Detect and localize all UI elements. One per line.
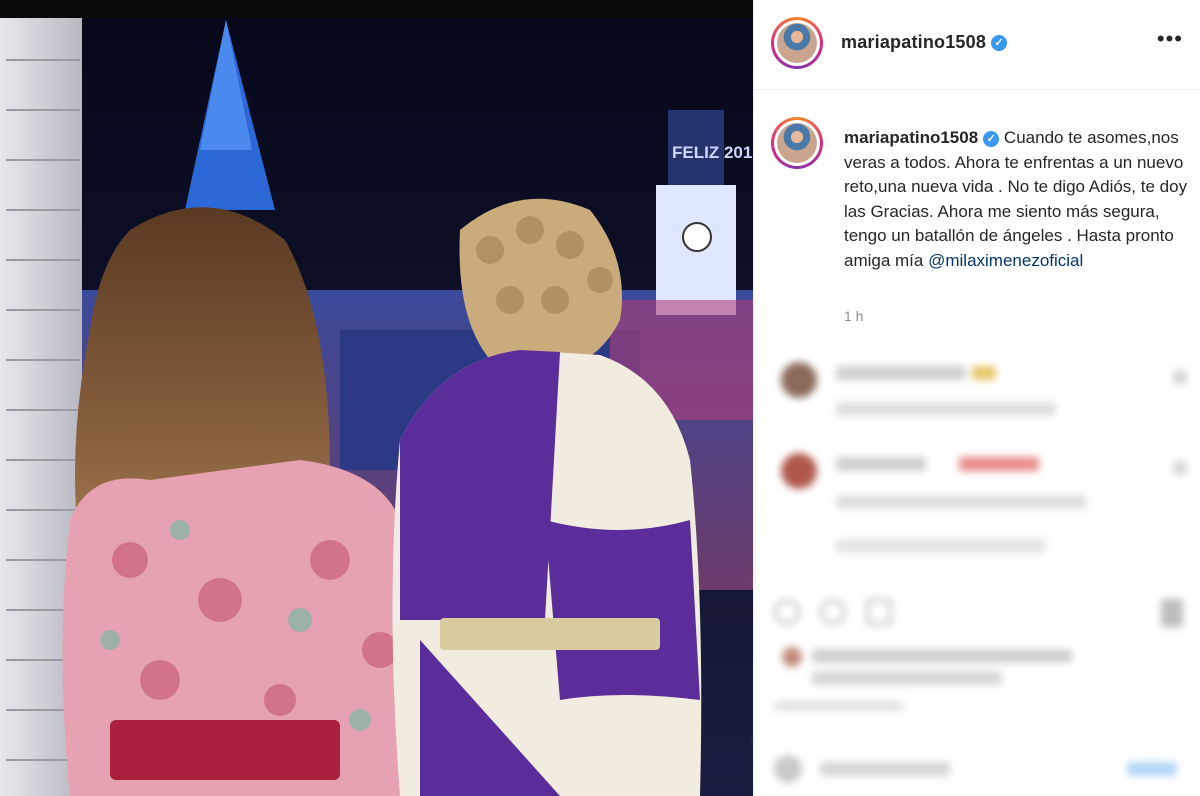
add-comment-bar — [754, 740, 1200, 796]
blurred-meta — [836, 402, 1056, 416]
like-icon[interactable] — [774, 599, 800, 625]
save-icon[interactable] — [1161, 599, 1183, 627]
comment-icon[interactable] — [820, 599, 846, 625]
post-comment-button[interactable] — [1127, 762, 1177, 776]
blurred-emoji — [959, 457, 1039, 471]
blurred-emoji — [972, 366, 996, 380]
photo-illustration: FELIZ 2018 — [0, 18, 753, 796]
blurred-heart-icon — [1173, 461, 1187, 475]
blurred-likes — [812, 649, 1072, 663]
blurred-replies — [836, 539, 1046, 553]
emoji-icon[interactable] — [774, 755, 802, 783]
blurred-text — [836, 366, 966, 380]
caption-username[interactable]: mariapatino1508 — [844, 128, 978, 147]
action-bar — [754, 578, 1200, 738]
post-time[interactable]: 1 h — [844, 308, 863, 324]
post-photo[interactable]: FELIZ 2018 — [0, 0, 753, 796]
caption-avatar[interactable] — [771, 117, 823, 169]
header-username-text[interactable]: mariapatino1508 — [841, 32, 986, 52]
blurred-liker-avatar — [782, 647, 802, 667]
avatar[interactable] — [771, 17, 823, 69]
blurred-avatar — [781, 453, 817, 489]
caption-verified-badge-icon: ✓ — [983, 130, 1000, 147]
caption-mention-link[interactable]: @milaximenezoficial — [928, 251, 1083, 270]
blurred-likes — [812, 671, 1002, 685]
caption: mariapatino1508 ✓ Cuando te asomes,nos ve… — [844, 126, 1189, 273]
more-options-icon[interactable]: ••• — [1157, 28, 1183, 50]
blurred-comment — [754, 445, 1200, 553]
post-sidebar: mariapatino1508 ✓ ••• mariapatino1508 ✓ Cu… — [753, 0, 1200, 796]
share-icon[interactable] — [866, 599, 892, 625]
verified-badge-icon: ✓ — [991, 35, 1008, 52]
clock-sign-text: FELIZ 2018 — [672, 143, 753, 162]
blurred-meta — [836, 495, 1086, 509]
caption-text: Cuando te asomes,nos veras a todos. Ahor… — [844, 128, 1188, 270]
comment-input[interactable] — [820, 762, 950, 776]
blurred-comment — [754, 352, 1200, 442]
post-header: mariapatino1508 ✓ ••• — [754, 0, 1200, 90]
blurred-heart-icon — [1173, 370, 1187, 384]
header-username[interactable]: mariapatino1508 ✓ — [841, 32, 1008, 53]
blurred-text — [836, 457, 926, 471]
blurred-date — [774, 701, 904, 711]
blurred-avatar — [781, 362, 817, 398]
